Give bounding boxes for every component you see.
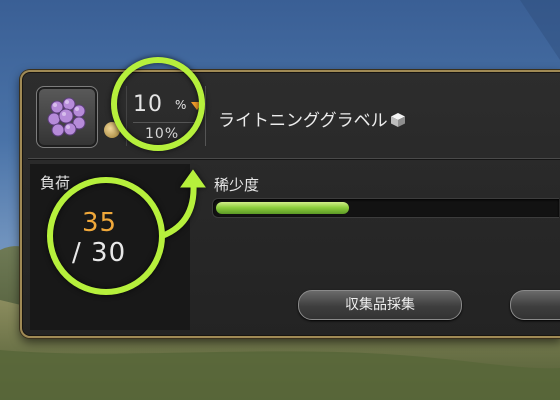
hq-mark-icon [104,122,120,138]
divider [133,122,197,123]
chance-value: 10 [133,92,163,117]
chance-sub-value: 10% [145,126,180,142]
header-separator [28,158,560,159]
item-name-text: ライトニンググラベル [218,111,388,131]
chance-unit: % [175,98,187,112]
collect-button[interactable]: 収集品採集 [298,290,462,320]
item-slot[interactable] [36,86,98,148]
item-name: ライトニンググラベル [218,106,406,131]
load-label: 負荷 [40,174,71,192]
load-current: 35 [82,208,118,238]
lightning-gravel-icon [47,97,86,137]
rarity-bar [212,198,559,218]
second-action-button[interactable] [510,290,560,320]
rarity-label: 稀少度 [214,176,260,194]
load-max: / 30 [72,238,127,268]
load-panel: 負荷 35 / 30 [30,164,190,330]
rarity-bar-fill [216,202,349,214]
collectable-cube-icon [390,113,405,127]
gathering-window: 10 % 10% ライトニンググラベル 負荷 35 / 30 稀少度 収集品採集 [20,70,560,338]
down-arrow-icon [191,102,203,110]
gathering-chance: 10 % 10% [126,86,206,146]
